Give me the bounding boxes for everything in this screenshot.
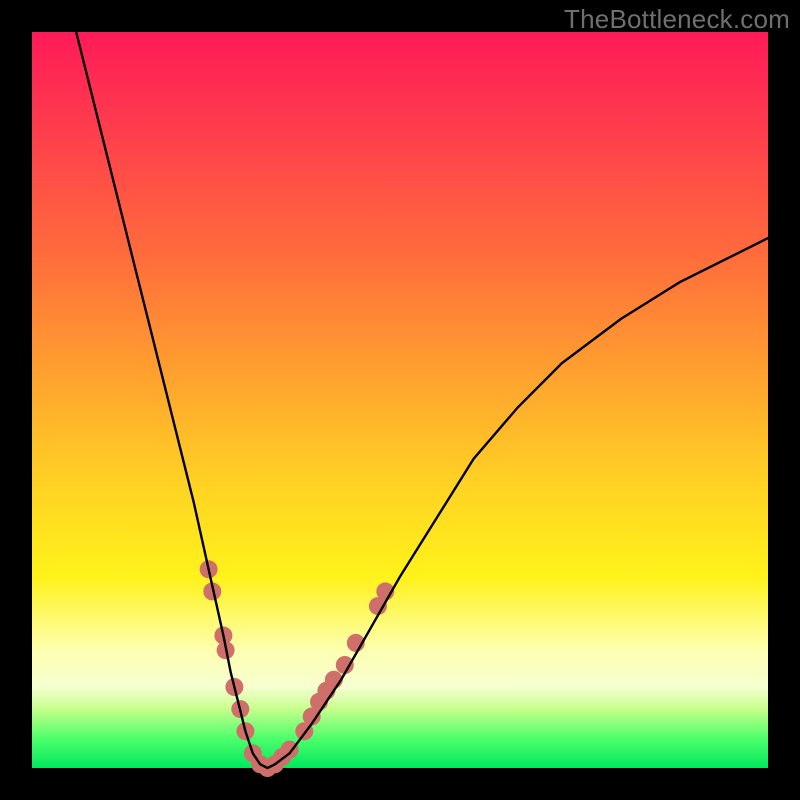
chart-svg: [32, 32, 768, 768]
watermark-text: TheBottleneck.com: [564, 4, 790, 35]
outer-frame: TheBottleneck.com: [0, 0, 800, 800]
bottleneck-curve: [76, 32, 768, 768]
plot-area: [32, 32, 768, 768]
